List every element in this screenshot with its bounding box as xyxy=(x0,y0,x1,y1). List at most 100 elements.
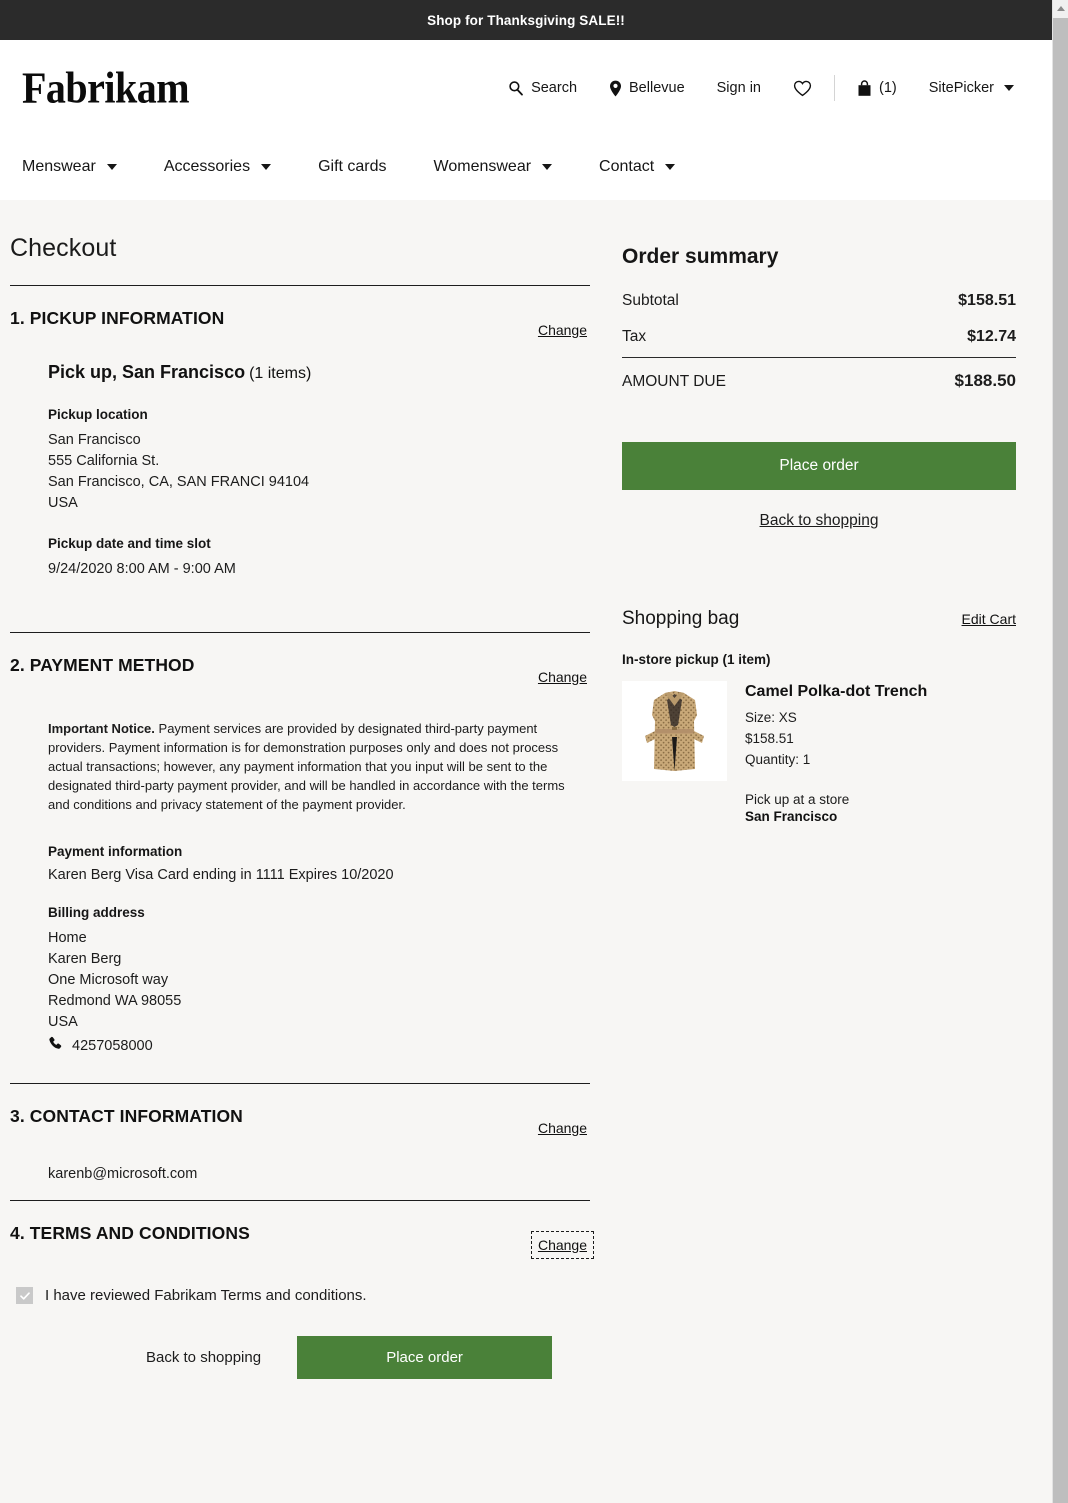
section-body-contact: karenb@microsoft.com xyxy=(10,1148,590,1200)
product-info: Camel Polka-dot Trench Size: XS $158.51 … xyxy=(745,681,927,824)
section-payment-method: 2. PAYMENT METHOD Change Important Notic… xyxy=(10,633,590,1084)
main-navigation: Menswear Accessories Gift cards Womenswe… xyxy=(0,136,1052,198)
summary-row-amount-due: AMOUNT DUE $188.50 xyxy=(622,357,1016,400)
product-quantity: Quantity: 1 xyxy=(745,752,811,767)
section-contact-information: 3. CONTACT INFORMATION Change karenb@mic… xyxy=(10,1084,590,1201)
payment-information-value: Karen Berg Visa Card ending in 1111 Expi… xyxy=(48,867,394,883)
section-header: 1. PICKUP INFORMATION Change xyxy=(10,308,590,350)
sign-in-button[interactable]: Sign in xyxy=(701,80,777,96)
nav-item-label: Contact xyxy=(599,158,655,175)
place-order-button-summary[interactable]: Place order xyxy=(622,442,1016,490)
product-pickup-store: San Francisco xyxy=(745,809,838,824)
billing-address-label: Billing address xyxy=(48,905,145,920)
change-link-pickup[interactable]: Change xyxy=(535,320,590,340)
trench-coat-image xyxy=(622,681,727,781)
location-pin-icon xyxy=(609,80,622,97)
section-title-contact: 3. CONTACT INFORMATION xyxy=(10,1106,243,1126)
pickup-location-line: 555 California St. xyxy=(48,453,160,469)
summary-row-tax: Tax $12.74 xyxy=(622,319,1016,355)
pickup-location-line: USA xyxy=(48,495,78,511)
billing-address-line: USA xyxy=(48,1014,78,1030)
change-link-terms[interactable]: Change xyxy=(530,1231,595,1259)
summary-actions: Place order Back to shopping xyxy=(622,400,1016,530)
search-button[interactable]: Search xyxy=(492,80,593,96)
store-location-button[interactable]: Bellevue xyxy=(593,80,701,97)
section-body-pickup: Pick up, San Francisco (1 items) Pickup l… xyxy=(10,362,590,580)
triangle-up-icon xyxy=(1056,6,1065,11)
summary-row-label: Subtotal xyxy=(622,292,679,309)
notice-label: Important Notice. xyxy=(48,721,155,736)
sign-in-label: Sign in xyxy=(716,80,761,96)
nav-item-womenswear[interactable]: Womenswear xyxy=(434,158,578,176)
change-link-payment[interactable]: Change xyxy=(535,667,590,687)
section-title-terms: 4. TERMS AND CONDITIONS xyxy=(10,1223,250,1243)
pickup-item-count: (1 items) xyxy=(249,365,312,382)
scrollbar-thumb[interactable] xyxy=(1053,18,1068,1503)
edit-cart-link[interactable]: Edit Cart xyxy=(962,611,1016,627)
pickup-mode-name: Pick up, San Francisco xyxy=(48,362,246,382)
site-picker-dropdown[interactable]: SitePicker xyxy=(913,80,1030,96)
search-icon xyxy=(508,80,524,96)
nav-item-label: Gift cards xyxy=(318,158,387,175)
site-header: Fabrikam Search Bellevue Sign in (1) Sit… xyxy=(0,40,1052,200)
nav-item-label: Accessories xyxy=(163,158,251,175)
promo-banner[interactable]: Shop for Thanksgiving SALE!! xyxy=(0,0,1052,40)
back-to-shopping-link-bottom[interactable]: Back to shopping xyxy=(128,1339,279,1376)
chevron-down-icon xyxy=(542,164,553,170)
shopping-bag-count: (1) xyxy=(878,80,897,96)
product-thumbnail[interactable] xyxy=(622,681,727,781)
nav-item-gift-cards[interactable]: Gift cards xyxy=(318,158,411,176)
billing-address-line: Redmond WA 98055 xyxy=(48,993,182,1009)
terms-agreement-row[interactable]: I have reviewed Fabrikam Terms and condi… xyxy=(10,1265,590,1304)
site-picker-label: SitePicker xyxy=(928,80,994,96)
product-pickup-note: Pick up at a store xyxy=(745,792,850,807)
summary-total-value: $188.50 xyxy=(954,371,1016,390)
order-summary-column: Order summary Subtotal $158.51 Tax $12.7… xyxy=(600,200,1040,1460)
product-name[interactable]: Camel Polka-dot Trench xyxy=(745,683,927,701)
summary-row-subtotal: Subtotal $158.51 xyxy=(622,283,1016,319)
section-body-payment: Important Notice. Payment services are p… xyxy=(10,719,590,1055)
nav-item-menswear[interactable]: Menswear xyxy=(22,158,142,176)
billing-phone-row: 4257058000 xyxy=(48,1036,590,1055)
checkout-bottom-actions: Back to shopping Place order xyxy=(10,1304,590,1409)
section-header: 2. PAYMENT METHOD Change xyxy=(10,655,590,697)
site-logo[interactable]: Fabrikam xyxy=(22,65,190,111)
pickup-location-line: San Francisco, CA, SAN FRANCI 94104 xyxy=(48,474,310,490)
shopping-bag-title: Shopping bag xyxy=(622,608,740,629)
summary-row-label: Tax xyxy=(622,328,647,345)
terms-checkbox[interactable] xyxy=(16,1287,33,1304)
place-order-button-bottom[interactable]: Place order xyxy=(297,1336,553,1379)
payment-information-label: Payment information xyxy=(48,844,183,859)
billing-address-line: Home xyxy=(48,930,87,946)
checkmark-icon xyxy=(19,1291,30,1300)
shopping-bag-button[interactable]: (1) xyxy=(841,79,913,97)
section-title-pickup: 1. PICKUP INFORMATION xyxy=(10,308,225,328)
shopping-bag-icon xyxy=(857,79,872,97)
nav-item-accessories[interactable]: Accessories xyxy=(164,158,296,176)
pickup-slot-value: 9/24/2020 8:00 AM - 9:00 AM xyxy=(48,561,236,577)
summary-total-label: AMOUNT DUE xyxy=(622,373,726,390)
phone-icon xyxy=(48,1036,63,1055)
section-header: 3. CONTACT INFORMATION Change xyxy=(10,1106,590,1148)
billing-address-line: One Microsoft way xyxy=(48,972,169,988)
pickup-location-line: San Francisco xyxy=(48,432,141,448)
summary-row-value: $12.74 xyxy=(967,328,1016,345)
chevron-down-icon xyxy=(665,164,676,170)
change-link-contact[interactable]: Change xyxy=(535,1118,590,1138)
summary-row-value: $158.51 xyxy=(958,292,1016,309)
scrollbar-up-button[interactable] xyxy=(1053,0,1068,17)
vertical-scrollbar[interactable] xyxy=(1052,0,1068,1503)
wishlist-button[interactable] xyxy=(777,80,828,97)
billing-phone-number: 4257058000 xyxy=(72,1037,153,1054)
bag-line-item: Camel Polka-dot Trench Size: XS $158.51 … xyxy=(622,681,1016,824)
terms-checkbox-label: I have reviewed Fabrikam Terms and condi… xyxy=(45,1287,367,1304)
header-divider xyxy=(833,75,835,101)
back-to-shopping-link-summary[interactable]: Back to shopping xyxy=(622,490,1016,530)
checkout-page: Checkout 1. PICKUP INFORMATION Change Pi… xyxy=(0,200,1052,1460)
order-summary-title: Order summary xyxy=(622,245,779,268)
nav-item-contact[interactable]: Contact xyxy=(599,158,700,176)
